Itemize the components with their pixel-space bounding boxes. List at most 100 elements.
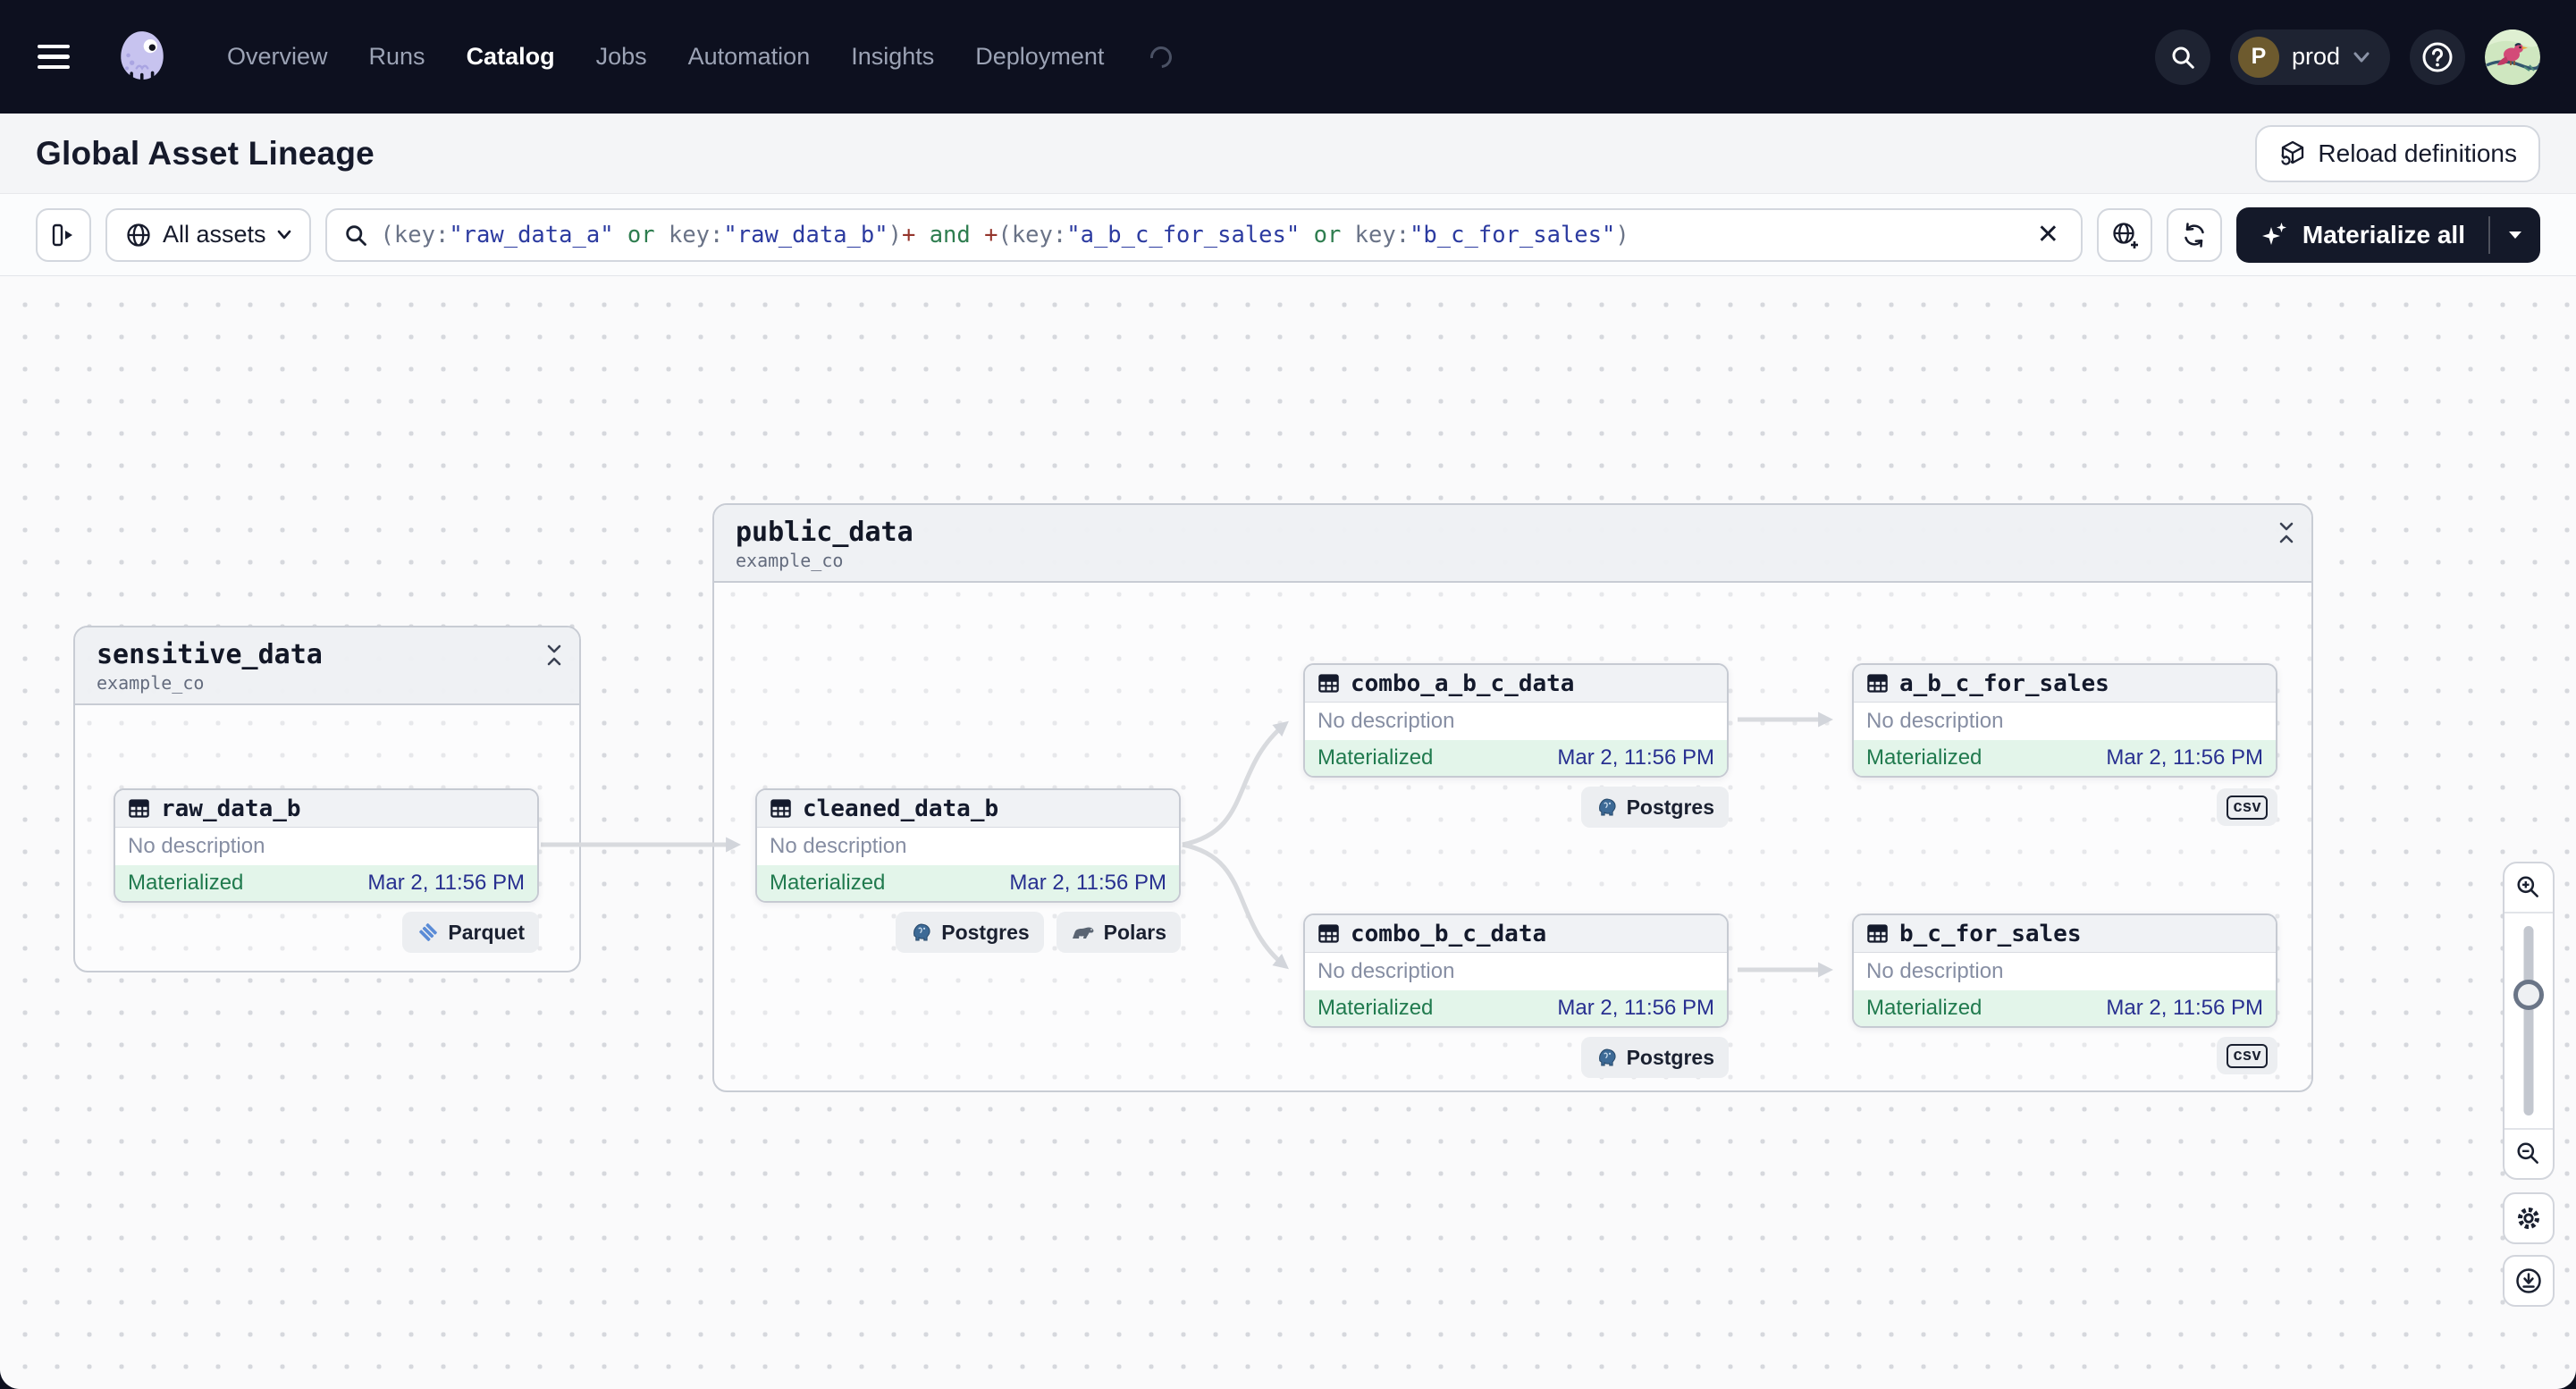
kind-tag-polars[interactable]: Polars	[1056, 912, 1181, 953]
kind-tag-csv[interactable]: csv	[2217, 1037, 2277, 1074]
asset-search-input[interactable]: (key:"raw_data_a" or key:"raw_data_b")+ …	[324, 207, 2083, 262]
clear-query-button[interactable]: ✕	[2032, 219, 2065, 250]
postgres-icon	[1598, 1048, 1616, 1066]
asset-node-header: combo_a_b_c_data	[1305, 665, 1727, 703]
asset-status-row: Materialized Mar 2, 11:56 PM	[1305, 740, 1727, 776]
asset-description: No description	[1317, 709, 1455, 733]
chevron-down-icon	[277, 230, 290, 240]
reload-definitions-button[interactable]: Reload definitions	[2255, 124, 2540, 182]
kind-tag-postgres[interactable]: Postgres	[1580, 1037, 1729, 1078]
nav-item-jobs[interactable]: Jobs	[596, 43, 647, 71]
loading-spinner-icon	[1146, 41, 1177, 72]
status-badge: Materialized	[770, 871, 886, 895]
zoom-slider[interactable]	[2504, 913, 2553, 1128]
nav-links: Overview Runs Catalog Jobs Automation In…	[227, 41, 1177, 72]
caret-down-icon	[2509, 231, 2521, 239]
materialization-timestamp[interactable]: Mar 2, 11:56 PM	[2106, 996, 2263, 1021]
kind-tag-parquet[interactable]: Parquet	[402, 912, 539, 953]
asset-scope-dropdown[interactable]: All assets	[105, 207, 311, 262]
chevron-down-icon	[2353, 52, 2370, 62]
materialization-timestamp[interactable]: Mar 2, 11:56 PM	[1009, 871, 1166, 896]
status-badge: Materialized	[1317, 745, 1434, 770]
asset-node-header: b_c_for_sales	[1854, 915, 2276, 953]
reload-definitions-label: Reload definitions	[2318, 139, 2517, 167]
materialize-options-button[interactable]	[2490, 207, 2540, 263]
nav-item-deployment[interactable]: Deployment	[975, 43, 1104, 71]
materialization-timestamp[interactable]: Mar 2, 11:56 PM	[367, 871, 525, 896]
help-button[interactable]	[2410, 29, 2465, 85]
page-header: Global Asset Lineage Reload definitions	[0, 114, 2576, 194]
nav-item-automation[interactable]: Automation	[688, 43, 811, 71]
asset-description: No description	[128, 834, 265, 858]
asset-status-row: Materialized Mar 2, 11:56 PM	[115, 865, 537, 901]
zoom-controls	[2503, 862, 2555, 1307]
materialization-timestamp[interactable]: Mar 2, 11:56 PM	[1557, 996, 1714, 1021]
zoom-out-icon	[2517, 1142, 2538, 1164]
materialization-timestamp[interactable]: Mar 2, 11:56 PM	[1557, 745, 1714, 770]
zoom-slider-handle[interactable]	[2513, 980, 2544, 1010]
asset-status-row: Materialized Mar 2, 11:56 PM	[1854, 740, 2276, 776]
nav-item-runs[interactable]: Runs	[369, 43, 425, 71]
kind-tag-label: Postgres	[941, 920, 1030, 944]
refresh-button[interactable]	[2166, 207, 2222, 262]
asset-node-cleaned-data-b[interactable]: cleaned_data_b No description Materializ…	[755, 788, 1181, 903]
asset-status-row: Materialized Mar 2, 11:56 PM	[757, 865, 1179, 901]
nav-item-insights[interactable]: Insights	[851, 43, 934, 71]
polars-icon	[1072, 927, 1094, 939]
nav-item-catalog[interactable]: Catalog	[467, 43, 555, 71]
zoom-out-button[interactable]	[2504, 1130, 2553, 1178]
csv-icon: csv	[2227, 1043, 2268, 1068]
status-badge: Materialized	[1866, 996, 1983, 1020]
asset-node-combo-b-c-data[interactable]: combo_b_c_data No description Materializ…	[1303, 913, 1729, 1028]
table-icon	[1318, 924, 1339, 943]
asset-node-combo-a-b-c-data[interactable]: combo_a_b_c_data No description Material…	[1303, 663, 1729, 778]
kind-tag-postgres[interactable]: Postgres	[896, 912, 1044, 953]
kind-tag-csv[interactable]: csv	[2217, 788, 2277, 826]
reload-package-icon	[2281, 140, 2304, 165]
asset-status-row: Materialized Mar 2, 11:56 PM	[1854, 990, 2276, 1026]
hamburger-menu-icon[interactable]	[38, 37, 88, 78]
dagster-logo[interactable]	[113, 26, 172, 88]
global-selection-button[interactable]	[2096, 207, 2152, 262]
globe-icon	[127, 223, 150, 247]
table-icon	[1867, 924, 1888, 943]
materialization-timestamp[interactable]: Mar 2, 11:56 PM	[2106, 745, 2263, 770]
asset-node-header: a_b_c_for_sales	[1854, 665, 2276, 703]
asset-node-a-b-c-for-sales[interactable]: a_b_c_for_sales No description Materiali…	[1852, 663, 2277, 778]
nav-item-overview[interactable]: Overview	[227, 43, 328, 71]
table-icon	[1318, 674, 1339, 693]
kind-tag-postgres[interactable]: Postgres	[1580, 787, 1729, 828]
kind-tag-label: Polars	[1103, 920, 1166, 944]
asset-node-b-c-for-sales[interactable]: b_c_for_sales No description Materialize…	[1852, 913, 2277, 1028]
asset-description: No description	[1866, 959, 2004, 983]
table-icon	[129, 799, 149, 818]
zoom-slider-track[interactable]	[2523, 926, 2534, 1115]
asset-node-header: cleaned_data_b	[757, 790, 1179, 828]
lineage-canvas[interactable]: sensitive_data example_co public_data ex…	[0, 276, 2576, 1389]
search-button[interactable]	[2154, 29, 2210, 85]
download-icon	[2516, 1268, 2541, 1293]
search-icon	[345, 224, 366, 246]
asset-node-header: combo_b_c_data	[1305, 915, 1727, 953]
user-avatar[interactable]	[2485, 29, 2540, 85]
asset-name: combo_a_b_c_data	[1351, 669, 1575, 697]
zoom-in-button[interactable]	[2504, 863, 2553, 912]
deployment-switcher[interactable]: P prod	[2229, 29, 2390, 85]
nav-right-cluster: P prod	[2154, 29, 2540, 85]
deployment-name: prod	[2291, 43, 2340, 70]
panel-expand-icon	[52, 223, 72, 246]
search-icon	[2172, 46, 2194, 69]
asset-description: No description	[1317, 959, 1455, 983]
asset-status-row: Materialized Mar 2, 11:56 PM	[1305, 990, 1727, 1026]
download-image-button[interactable]	[2503, 1255, 2555, 1307]
asset-node-raw-data-b[interactable]: raw_data_b No description Materialized M…	[114, 788, 539, 903]
postgres-icon	[913, 923, 930, 941]
asset-name: combo_b_c_data	[1351, 920, 1547, 947]
deployment-badge: P	[2237, 36, 2279, 78]
status-badge: Materialized	[1866, 745, 1983, 770]
open-left-panel-button[interactable]	[36, 207, 91, 262]
materialize-all-button[interactable]: Materialize all	[2236, 207, 2488, 263]
sparkles-icon	[2261, 222, 2286, 245]
status-badge: Materialized	[128, 871, 244, 895]
graph-settings-button[interactable]	[2503, 1192, 2555, 1244]
